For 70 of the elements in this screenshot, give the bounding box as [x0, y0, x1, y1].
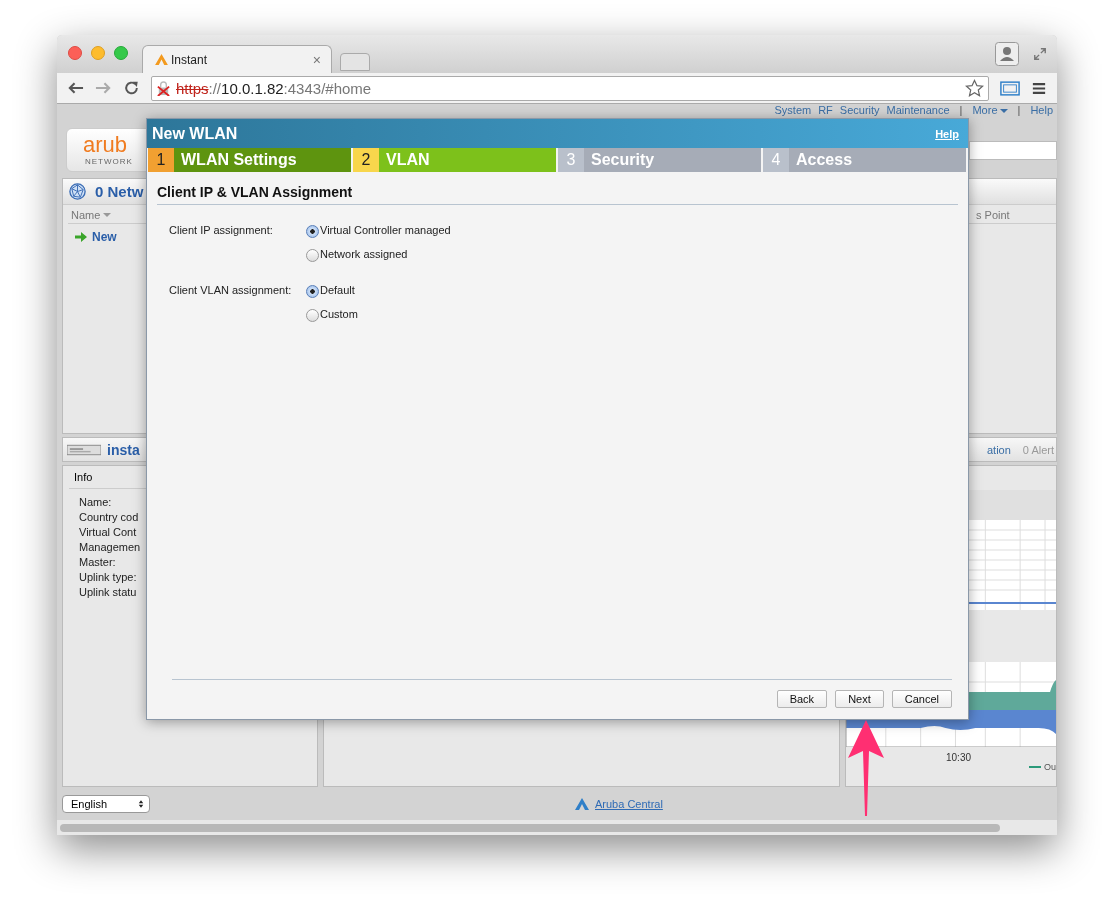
new-network-link[interactable]: New	[92, 230, 117, 244]
nav-link[interactable]: Maintenance	[886, 104, 950, 117]
language-select[interactable]: English	[62, 794, 150, 813]
dialog-button[interactable]: Next	[835, 690, 884, 708]
network-globe-icon	[68, 182, 87, 201]
radio-label[interactable]: Custom	[320, 308, 358, 320]
reload-icon[interactable]	[123, 80, 140, 96]
panel-title: 0 Netw	[95, 183, 144, 200]
screen-icon[interactable]	[1000, 79, 1020, 97]
expand-icon[interactable]	[1033, 47, 1047, 61]
aruba-central-link[interactable]: Aruba Central	[595, 797, 663, 810]
column-header[interactable]: Name	[71, 209, 101, 221]
logo-tagline: NETWORK	[85, 157, 133, 166]
radio-button[interactable]	[306, 285, 319, 298]
dialog-button[interactable]: Back	[776, 690, 828, 708]
arrow-icon	[75, 232, 87, 242]
radio-label[interactable]: Default	[320, 284, 355, 296]
radio-button[interactable]	[306, 225, 319, 238]
forward-arrow-icon[interactable]	[95, 80, 112, 96]
nav-link[interactable]: RF	[818, 104, 833, 117]
sort-icon[interactable]	[103, 213, 112, 217]
logo-wordmark: arub	[83, 133, 128, 157]
nav-separator: |	[1017, 104, 1021, 117]
address-bar[interactable]: https://10.0.1.82:4343/#home	[151, 75, 989, 101]
broken-lock-icon	[156, 80, 171, 96]
search-field[interactable]	[969, 140, 1057, 160]
info-label: Virtual Cont	[79, 525, 138, 540]
legend-label: Ou	[1044, 762, 1056, 772]
user-profile-icon[interactable]	[995, 42, 1019, 66]
dialog-button[interactable]: Cancel	[891, 690, 952, 708]
close-window-button[interactable]	[68, 46, 82, 60]
device-icon	[67, 442, 101, 457]
field-label: Client VLAN assignment:	[169, 283, 293, 298]
zoom-window-button[interactable]	[114, 46, 128, 60]
configuration-tab[interactable]: ation	[986, 443, 1011, 456]
alerts-tab[interactable]: 0 Alert	[1022, 443, 1054, 456]
info-label: Country cod	[79, 510, 140, 525]
more-menu[interactable]: More	[972, 104, 1008, 117]
nav-link[interactable]: Help	[1030, 104, 1053, 117]
instant-title: insta	[107, 441, 140, 458]
up-down-arrows-icon	[138, 798, 144, 809]
radio-button[interactable]	[306, 249, 319, 262]
column-header[interactable]: s Point	[976, 209, 1010, 221]
nav-separator: |	[959, 104, 963, 117]
nav-link[interactable]: Security	[839, 104, 880, 117]
back-arrow-icon[interactable]	[67, 80, 84, 96]
radio-button[interactable]	[306, 309, 319, 322]
close-tab-button[interactable]: ×	[312, 51, 321, 68]
new-tab-button[interactable]	[340, 53, 370, 71]
field-label: Client IP assignment:	[169, 223, 274, 238]
info-tab[interactable]: Info	[74, 471, 93, 483]
help-link[interactable]: Help	[935, 127, 959, 140]
section-heading: Client IP & VLAN Assignment	[157, 184, 958, 205]
nav-link[interactable]: System	[774, 104, 812, 117]
triangle-logo-icon	[575, 797, 589, 810]
info-label: Uplink statu	[79, 585, 138, 600]
menu-icon[interactable]	[1032, 81, 1046, 95]
horizontal-scrollbar[interactable]	[60, 823, 1000, 832]
info-label: Managemen	[79, 540, 142, 555]
bookmark-star-icon[interactable]	[965, 78, 984, 98]
browser-tab[interactable]: Instant ×	[142, 45, 332, 73]
info-label: Master:	[79, 555, 117, 570]
axis-label: 10:30	[946, 752, 973, 763]
radio-label[interactable]: Virtual Controller managed	[320, 224, 451, 236]
triangle-logo-icon	[155, 54, 168, 65]
info-label: Name:	[79, 495, 113, 510]
info-label: Uplink type:	[79, 570, 138, 585]
radio-label[interactable]: Network assigned	[320, 248, 408, 260]
dialog-title: New WLAN	[152, 124, 238, 143]
minimize-window-button[interactable]	[91, 46, 105, 60]
